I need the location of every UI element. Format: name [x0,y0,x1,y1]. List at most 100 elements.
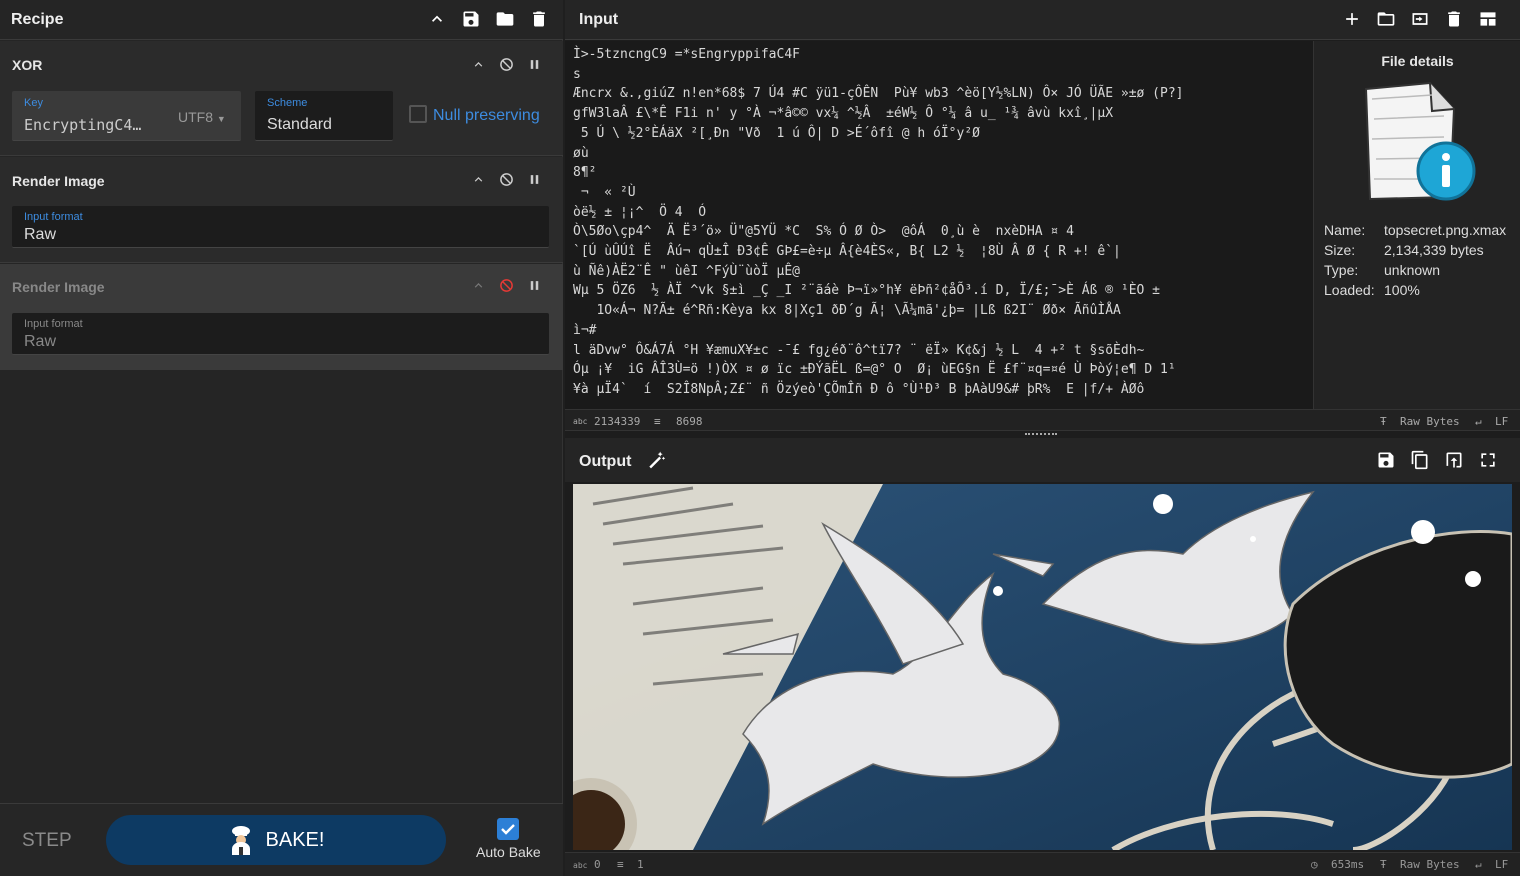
disable-icon[interactable] [497,276,515,294]
input-format-value: Raw [24,226,57,243]
file-details-panel: File details Name: topsecret.png.xmax Siz… [1313,41,1520,409]
file-name-label: Name: [1324,222,1366,238]
input-text-line: 5 Ú \ ½2°ÈÁäX ²[¸Ðn "Vð 1 ú Ô| D >É´ôfî … [573,125,980,141]
input-text-line: Ò\5Øo\çp4^ Ä Ë³´ö» Ü"@5YÜ *C S% Ó Ø Ò> @… [573,224,1074,240]
input-text-line: Ì>-5tzncngC9 =*sEngryppifaC4F [573,47,800,62]
open-file-icon[interactable] [1409,8,1431,30]
lines-icon: ≡ [617,858,624,871]
operation-title: XOR [12,57,43,73]
copy-icon[interactable] [1409,449,1431,471]
input-text-line: Wµ 5 ÖZ6 ½ ÀÏ ^vk §±ì _Ç _I ²¨ãáè Þ¬ï»°h… [573,283,1160,299]
input-length: 2134339 [594,415,641,428]
input-format-label: Input format [24,211,83,223]
input-mode[interactable]: Raw Bytes [1400,415,1460,428]
output-eol[interactable]: LF [1495,858,1508,871]
file-name-row: Name: topsecret.png.xmax [1324,222,1506,238]
input-format-select[interactable]: Input format Raw [12,313,549,355]
file-size-value: 2,134,339 bytes [1384,242,1484,258]
chevron-up-icon[interactable] [426,8,448,30]
null-preserving-label[interactable]: Null preserving [433,107,540,125]
input-format-value: Raw [24,333,57,350]
lines-icon: ≡ [654,415,661,428]
input-text-line: òë½ ± ¦¡^ Ö 4 Ó [573,204,707,220]
input-panel: Input Ì>-5tzncngC9 =*sEngryppifaC4F s Æncr… [565,0,1520,431]
input-text-line: ¥à µÏ4` í S2Î8NpÂ;Z£¨ ñ Özýeò'ÇÕmÎñ Ð ô … [573,381,1145,397]
chevron-up-icon[interactable] [469,55,487,73]
file-type-label: Type: [1324,262,1359,278]
input-eol[interactable]: LF [1495,415,1508,428]
bake-label: BAKE! [265,828,325,851]
text-icon: Ŧ [1380,858,1387,871]
key-input[interactable]: EncryptingC4… [24,116,164,134]
input-text-line: ¬ « ²Ù [573,184,636,200]
file-loaded-label: Loaded: [1324,282,1375,298]
input-format-select[interactable]: Input format Raw [12,206,549,248]
step-button[interactable]: STEP [22,830,72,852]
open-folder-icon[interactable] [1375,8,1397,30]
recipe-title: Recipe [11,11,64,28]
null-preserving-checkbox[interactable] [409,105,427,123]
breakpoint-icon[interactable] [525,276,543,294]
recipe-header: Recipe [0,0,563,40]
recipe-panel: Recipe XOR Key EncryptingC4… UTF8 ▼ Sche… [0,0,563,876]
save-icon[interactable] [460,8,482,30]
replace-input-icon[interactable] [1443,449,1465,471]
input-format-label: Input format [24,318,83,330]
operation-render-image[interactable]: Render Image Input format Raw [0,157,563,263]
text-icon: Ŧ [1380,415,1387,428]
check-icon [501,824,515,835]
pane-divider[interactable] [565,430,1520,438]
input-textarea[interactable]: Ì>-5tzncngC9 =*sEngryppifaC4F s Æncrx &.,g… [565,41,1313,409]
chevron-up-icon[interactable] [469,170,487,188]
disable-icon[interactable] [497,55,515,73]
folder-icon[interactable] [494,8,516,30]
auto-bake-label: Auto Bake [476,844,541,860]
breakpoint-icon[interactable] [525,55,543,73]
operation-title: Render Image [12,279,105,295]
unicorn-sleigh-illustration [573,484,1512,850]
add-tab-icon[interactable] [1341,8,1363,30]
file-type-row: Type: unknown [1324,262,1440,278]
rendered-output-image [573,484,1512,850]
file-details-title: File details [1381,53,1454,69]
output-title: Output [579,453,632,470]
key-encoding-select[interactable]: UTF8 ▼ [178,109,226,125]
drag-handle[interactable] [1025,433,1057,436]
chef-icon [231,826,250,855]
output-status-bar: abc 0 ≡ 1 ◷ 653ms Ŧ Raw Bytes ↵ LF [565,852,1520,876]
scheme-select[interactable]: Scheme Standard [255,91,393,141]
input-text-line: `[Ú ùÛÚî Ë Âú¬ qÙ±Î Ð3¢Ê GÞ£=è÷µ Â{è4ÈS«… [573,244,1121,260]
trash-icon[interactable] [1443,8,1465,30]
trash-icon[interactable] [528,8,550,30]
fullscreen-icon[interactable] [1477,449,1499,471]
input-text-line: 8¶² [573,165,597,181]
layout-icon[interactable] [1477,8,1499,30]
cyberchef-app: Recipe XOR Key EncryptingC4… UTF8 ▼ Sche… [0,0,1520,876]
input-text-line: gfW3laÂ £\*Ê F1i n' y °À ¬*â©© vx¼ ^½Â ±… [573,106,1114,122]
input-text-line: s [573,66,581,82]
input-text-line: øù [573,145,589,161]
output-lines: 1 [637,858,644,871]
bake-button[interactable]: BAKE! [106,815,446,865]
breakpoint-icon[interactable] [525,170,543,188]
input-text-line: ù Ñê)ÀË2¨Ê " ùêI ^FýÙ¨ùòÏ µÊ@ [573,263,800,279]
magic-wand-icon[interactable] [645,449,667,471]
eol-icon: ↵ [1475,415,1482,428]
recipe-footer: STEP BAKE! Auto Bake [0,803,563,876]
input-text-line: l äDvw° Ô&Á7Á °H ¥æmuX¥±c -¯£ fg¿éð¨ô^tï… [573,342,1145,358]
file-loaded-row: Loaded: 100% [1324,282,1420,298]
key-label: Key [24,97,43,109]
input-text-line: ì¬# [573,322,597,338]
key-field[interactable]: Key EncryptingC4… UTF8 ▼ [12,91,241,141]
file-type-value: unknown [1384,262,1441,278]
chevron-up-icon[interactable] [469,276,487,294]
operation-xor[interactable]: XOR Key EncryptingC4… UTF8 ▼ Scheme Stan… [0,41,563,156]
output-mode[interactable]: Raw Bytes [1400,858,1460,871]
operation-render-image-disabled[interactable]: Render Image Input format Raw [0,264,563,370]
output-panel: Output abc 0 ≡ 1 ◷ 653ms Ŧ Raw Bytes ↵ L… [565,438,1520,876]
caret-down-icon: ▼ [216,114,226,124]
auto-bake-checkbox[interactable] [497,818,519,840]
length-icon: abc [573,417,588,426]
save-output-icon[interactable] [1375,449,1397,471]
disable-icon[interactable] [497,170,515,188]
